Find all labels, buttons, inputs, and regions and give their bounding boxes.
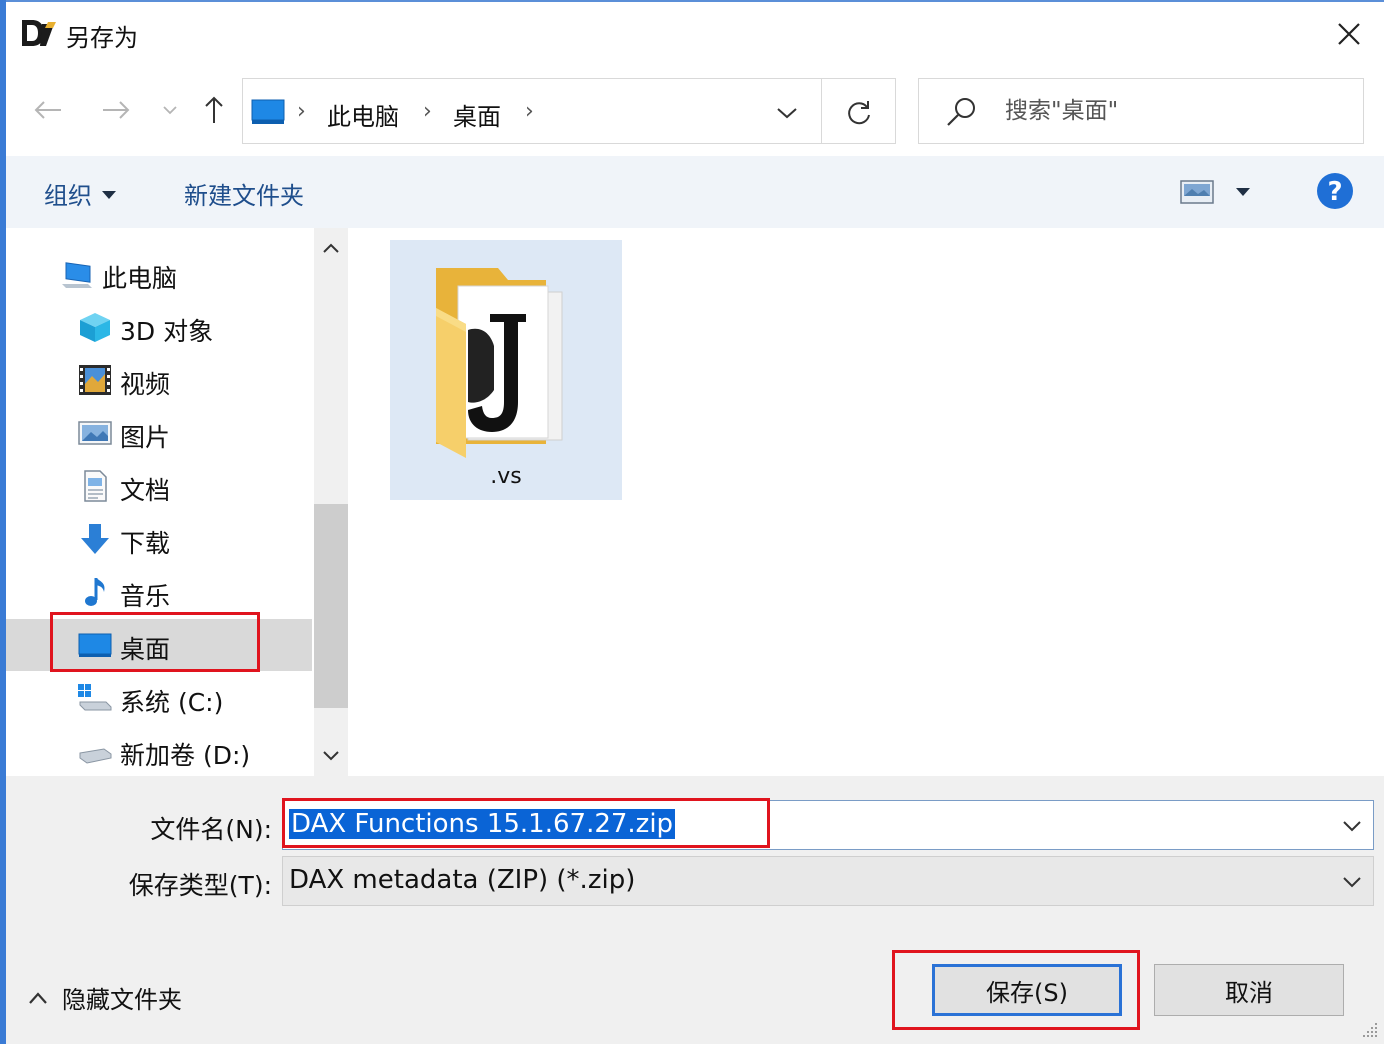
- save-as-dialog: 另存为 › 此电脑 › 桌面 › 搜索"桌面" 组织 新建文件夹 ? 此电脑 3…: [6, 2, 1384, 1044]
- music-note-icon: [85, 578, 105, 606]
- filename-value[interactable]: DAX Functions 15.1.67.27.zip: [289, 809, 676, 839]
- desktop-icon: [78, 633, 112, 657]
- change-view-icon[interactable]: [1180, 180, 1214, 204]
- dax-studio-app-icon: [22, 20, 56, 46]
- refresh-icon: [848, 101, 870, 125]
- breadcrumb-this-pc[interactable]: 此电脑: [327, 97, 399, 132]
- address-dropdown-button[interactable]: [763, 95, 811, 131]
- recent-locations-button[interactable]: [150, 90, 190, 130]
- download-arrow-icon: [81, 524, 109, 554]
- cube-icon: [80, 313, 110, 342]
- resize-grip-icon[interactable]: [1360, 1020, 1380, 1040]
- file-item[interactable]: .vs: [390, 240, 622, 500]
- arrow-left-icon: [34, 101, 61, 119]
- file-name: .vs: [490, 464, 522, 489]
- chevron-down-icon[interactable]: [1339, 813, 1365, 839]
- picture-icon: [78, 421, 112, 445]
- command-toolbar: 组织 新建文件夹 ?: [6, 156, 1384, 228]
- sidebar-item-this-pc[interactable]: 此电脑: [6, 248, 312, 300]
- desktop-icon: [251, 99, 285, 124]
- view-options-caret-icon[interactable]: [1236, 188, 1250, 196]
- filetype-value: DAX metadata (ZIP) (*.zip): [289, 865, 636, 895]
- sidebar-item-label: 桌面: [120, 635, 171, 664]
- chevron-down-icon: [777, 108, 797, 119]
- forward-button[interactable]: [96, 90, 136, 130]
- sidebar-item-music[interactable]: 音乐: [6, 566, 312, 618]
- help-label: ?: [1327, 177, 1342, 207]
- document-icon: [84, 470, 107, 502]
- sidebar-item-pictures[interactable]: 图片: [6, 407, 312, 459]
- sidebar-item-label: 文档: [120, 476, 171, 505]
- cancel-button[interactable]: 取消: [1154, 964, 1344, 1016]
- sidebar-item-label: 系统 (C:): [120, 688, 224, 717]
- sidebar-item-system-drive-c[interactable]: 系统 (C:): [6, 672, 312, 724]
- sidebar-item-label: 下载: [120, 529, 171, 558]
- search-icon: [947, 98, 975, 126]
- scroll-down-button[interactable]: [314, 742, 348, 770]
- sidebar-item-label: 此电脑: [102, 264, 178, 293]
- close-icon: [1338, 23, 1360, 45]
- title-bar: 另存为: [6, 2, 1384, 64]
- scroll-up-button[interactable]: [314, 234, 348, 262]
- pc-icon: [62, 262, 92, 288]
- sidebar-item-3d-objects[interactable]: 3D 对象: [6, 301, 312, 353]
- navigation-pane: 此电脑 3D 对象 视频 图片 文档 下载 音乐 桌面 系统 (C:) 新加卷 …: [6, 228, 348, 776]
- sidebar-item-label: 图片: [120, 423, 171, 452]
- breadcrumb-separator: ›: [423, 99, 432, 124]
- sidebar-item-desktop[interactable]: 桌面: [6, 619, 312, 671]
- caret-down-icon: [102, 191, 116, 199]
- breadcrumb-desktop[interactable]: 桌面: [453, 97, 501, 132]
- chevron-down-icon: [323, 751, 339, 761]
- sidebar-item-label: 视频: [120, 370, 171, 399]
- filetype-select[interactable]: DAX metadata (ZIP) (*.zip): [282, 856, 1374, 906]
- address-bar[interactable]: › 此电脑 › 桌面 ›: [242, 78, 896, 144]
- scroll-thumb[interactable]: [314, 504, 348, 708]
- sidebar-item-new-volume-d[interactable]: 新加卷 (D:): [6, 725, 312, 777]
- chevron-down-icon[interactable]: [1339, 869, 1365, 895]
- arrow-right-icon: [103, 101, 130, 119]
- chevron-down-icon: [163, 106, 177, 115]
- help-icon[interactable]: ?: [1316, 172, 1354, 210]
- sidebar-item-downloads[interactable]: 下载: [6, 513, 312, 565]
- folder-icon: [436, 268, 563, 458]
- drive-icon: [79, 748, 112, 764]
- sidebar-item-label: 3D 对象: [120, 317, 214, 346]
- dialog-title: 另存为: [66, 24, 138, 52]
- up-button[interactable]: [194, 90, 234, 130]
- breadcrumb-separator: ›: [297, 99, 306, 124]
- sidebar-item-videos[interactable]: 视频: [6, 354, 312, 406]
- file-list: .vs: [348, 228, 1384, 776]
- save-options-panel: 文件名(N): DAX Functions 15.1.67.27.zip 保存类…: [6, 776, 1384, 1044]
- sidebar-scrollbar[interactable]: [314, 228, 348, 776]
- filename-field[interactable]: DAX Functions 15.1.67.27.zip: [282, 800, 1374, 850]
- close-button[interactable]: [1324, 14, 1374, 54]
- hide-folders-label: 隐藏文件夹: [62, 986, 182, 1014]
- organize-label: 组织: [44, 182, 92, 210]
- filetype-label: 保存类型(T):: [128, 871, 272, 900]
- sidebar-item-label: 新加卷 (D:): [120, 741, 251, 770]
- sidebar-item-label: 音乐: [120, 582, 171, 611]
- back-button[interactable]: [28, 90, 68, 130]
- hide-folders-toggle[interactable]: 隐藏文件夹: [28, 980, 182, 1015]
- search-input[interactable]: [1005, 91, 1345, 131]
- filename-label: 文件名(N):: [150, 815, 272, 844]
- breadcrumb-separator[interactable]: ›: [525, 99, 534, 124]
- film-icon: [79, 365, 111, 395]
- organize-menu-button[interactable]: 组织: [44, 176, 116, 211]
- navigation-row: › 此电脑 › 桌面 ›: [6, 64, 1384, 156]
- search-box[interactable]: [918, 78, 1364, 144]
- arrow-up-icon: [205, 96, 223, 123]
- sidebar-item-documents[interactable]: 文档: [6, 460, 312, 512]
- refresh-button[interactable]: [839, 93, 879, 133]
- address-divider: [821, 79, 822, 143]
- new-folder-button[interactable]: 新建文件夹: [184, 176, 304, 211]
- save-button[interactable]: 保存(S): [932, 964, 1122, 1016]
- system-drive-icon: [78, 684, 112, 711]
- chevron-up-icon: [29, 991, 47, 1004]
- chevron-up-icon: [323, 243, 339, 253]
